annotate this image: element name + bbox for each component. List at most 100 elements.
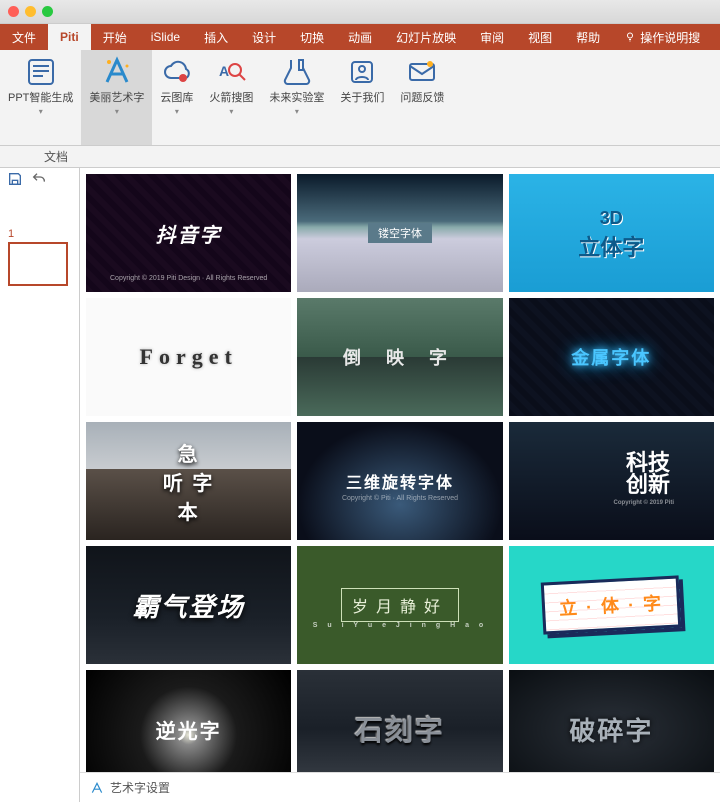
gallery-grid: 抖音字 Copyright © 2019 Piti Design · All Ri… — [80, 168, 720, 772]
document-label-row: 文档 — [0, 146, 720, 168]
card-label: 石刻字 — [349, 709, 451, 749]
slide-thumbnail[interactable]: 1 — [8, 228, 71, 286]
tab-insert[interactable]: 插入 — [192, 24, 240, 50]
tab-review[interactable]: 审阅 — [468, 24, 516, 50]
ribbon-label: PPT智能生成 — [8, 92, 73, 105]
gallery-item-city[interactable]: 急 听 字 本 — [86, 422, 291, 540]
card-label: 科技 创新 — [620, 452, 676, 496]
dropdown-icon: ▾ — [39, 107, 43, 116]
tab-slideshow[interactable]: 幻灯片放映 — [384, 24, 468, 50]
card-label: 急 听 字 本 — [157, 438, 221, 525]
card-label: 破碎字 — [563, 711, 659, 748]
tab-piti[interactable]: Piti — [48, 24, 91, 50]
card-label2: 立体字 — [572, 230, 650, 262]
gallery-item-cube[interactable]: 立 · 体 · 字 — [509, 546, 714, 664]
gallery-item-3d[interactable]: 3D立体字 — [509, 174, 714, 292]
card-label: 逆光字 — [150, 715, 228, 744]
undo-button[interactable] — [30, 170, 48, 188]
tab-file[interactable]: 文件 — [0, 24, 48, 50]
slide-thumbnail-pane: 1 — [0, 168, 80, 802]
close-window-button[interactable] — [8, 6, 19, 17]
card-label: Forget — [134, 344, 244, 370]
tell-me-search[interactable]: 操作说明搜 — [612, 24, 712, 50]
gallery-item-douyin[interactable]: 抖音字 Copyright © 2019 Piti Design · All Ri… — [86, 174, 291, 292]
gallery-item-reflection[interactable]: 倒 映 字 — [297, 298, 502, 416]
lightbulb-icon — [624, 31, 636, 43]
smart-generate-icon — [25, 56, 57, 88]
cloud-gallery-icon — [161, 56, 193, 88]
minimize-window-button[interactable] — [25, 6, 36, 17]
ribbon-label: 未来实验室 — [269, 92, 324, 105]
card-sub: S u i Y u e J i n g H a o — [313, 622, 487, 629]
tab-animation[interactable]: 动画 — [336, 24, 384, 50]
tab-islide[interactable]: iSlide — [139, 24, 192, 50]
gallery-item-tech[interactable]: 科技 创新 Copyright © 2019 Piti — [509, 422, 714, 540]
card-label: 抖音字 — [150, 219, 228, 248]
tell-me-label: 操作说明搜 — [640, 29, 700, 46]
tab-design[interactable]: 设计 — [240, 24, 288, 50]
slide-preview — [8, 242, 68, 286]
ribbon-label: 火箭搜图 — [209, 92, 253, 105]
ribbon-future-lab[interactable]: 未来实验室 ▾ — [261, 50, 332, 145]
card-label: 岁月静好 — [341, 588, 459, 622]
card-label: 立 · 体 · 字 — [541, 575, 682, 634]
quick-access-toolbar — [6, 170, 48, 188]
art-text-icon — [101, 56, 133, 88]
gallery-footer-settings[interactable]: 艺术字设置 — [80, 772, 720, 802]
maximize-window-button[interactable] — [42, 6, 53, 17]
card-sub: Copyright © 2019 Piti — [614, 500, 674, 506]
work-area: 1 抖音字 Copyright © 2019 Piti Design · All … — [0, 168, 720, 802]
gallery-item-stone[interactable]: 石刻字 — [297, 670, 502, 772]
gallery-item-metal[interactable]: 金属字体 — [509, 298, 714, 416]
save-icon — [7, 171, 23, 187]
dropdown-icon: ▾ — [229, 107, 233, 116]
card-label: 3D — [594, 208, 629, 229]
save-button[interactable] — [6, 170, 24, 188]
ribbon-about-us[interactable]: 关于我们 — [332, 50, 392, 145]
ribbon-cloud-gallery[interactable]: 云图库 ▾ — [152, 50, 201, 145]
card-label: 金属字体 — [565, 344, 657, 370]
ribbon-toolbar: PPT智能生成 ▾ 美丽艺术字 ▾ 云图库 ▾ A 火箭搜图 ▾ 未来实验室 ▾… — [0, 50, 720, 146]
dropdown-icon: ▾ — [175, 107, 179, 116]
gallery-item-peaceful[interactable]: 岁月静好S u i Y u e J i n g H a o — [297, 546, 502, 664]
card-sub: Copyright © Piti · All Rights Reserved — [342, 495, 458, 502]
art-settings-icon — [90, 781, 104, 795]
ribbon-label: 关于我们 — [340, 92, 384, 105]
slide-number: 1 — [8, 228, 71, 240]
document-label: 文档 — [44, 148, 68, 165]
card-label: 霸气登场 — [127, 587, 251, 624]
gallery-item-forget[interactable]: Forget — [86, 298, 291, 416]
dropdown-icon: ▾ — [295, 107, 299, 116]
ribbon-art-text[interactable]: 美丽艺术字 ▾ — [81, 50, 152, 145]
gallery-item-backlight[interactable]: 逆光字 — [86, 670, 291, 772]
ribbon-rocket-search[interactable]: A 火箭搜图 ▾ — [201, 50, 261, 145]
gallery-item-broken[interactable]: 破碎字 — [509, 670, 714, 772]
gallery-item-3drotate[interactable]: 三维旋转字体 Copyright © Piti · All Rights Rese… — [297, 422, 502, 540]
card-label: 倒 映 字 — [337, 344, 463, 370]
ribbon-ppt-smart-generate[interactable]: PPT智能生成 ▾ — [0, 50, 81, 145]
about-icon — [346, 56, 378, 88]
rocket-search-icon: A — [215, 56, 247, 88]
tab-transition[interactable]: 切换 — [288, 24, 336, 50]
card-label: 镂空字体 — [368, 223, 432, 243]
ribbon-label: 问题反馈 — [400, 92, 444, 105]
gallery-item-entrance[interactable]: 霸气登场 — [86, 546, 291, 664]
ribbon-tabs: 文件 Piti 开始 iSlide 插入 设计 切换 动画 幻灯片放映 审阅 视… — [0, 24, 720, 50]
art-text-gallery: 抖音字 Copyright © 2019 Piti Design · All Ri… — [80, 168, 720, 802]
gallery-item-hollow[interactable]: 镂空字体 — [297, 174, 502, 292]
footer-label: 艺术字设置 — [110, 779, 170, 796]
feedback-icon — [406, 56, 438, 88]
lab-icon — [281, 56, 313, 88]
tab-home[interactable]: 开始 — [91, 24, 139, 50]
svg-text:A: A — [219, 63, 229, 79]
tab-view[interactable]: 视图 — [516, 24, 564, 50]
card-label: 三维旋转字体 — [340, 469, 460, 493]
undo-icon — [31, 171, 47, 187]
ribbon-label: 美丽艺术字 — [89, 92, 144, 105]
dropdown-icon: ▾ — [115, 107, 119, 116]
ribbon-label: 云图库 — [160, 92, 193, 105]
window-titlebar — [0, 0, 720, 24]
ribbon-feedback[interactable]: 问题反馈 — [392, 50, 452, 145]
tab-help[interactable]: 帮助 — [564, 24, 612, 50]
card-sub: Copyright © 2019 Piti Design · All Right… — [110, 275, 267, 282]
